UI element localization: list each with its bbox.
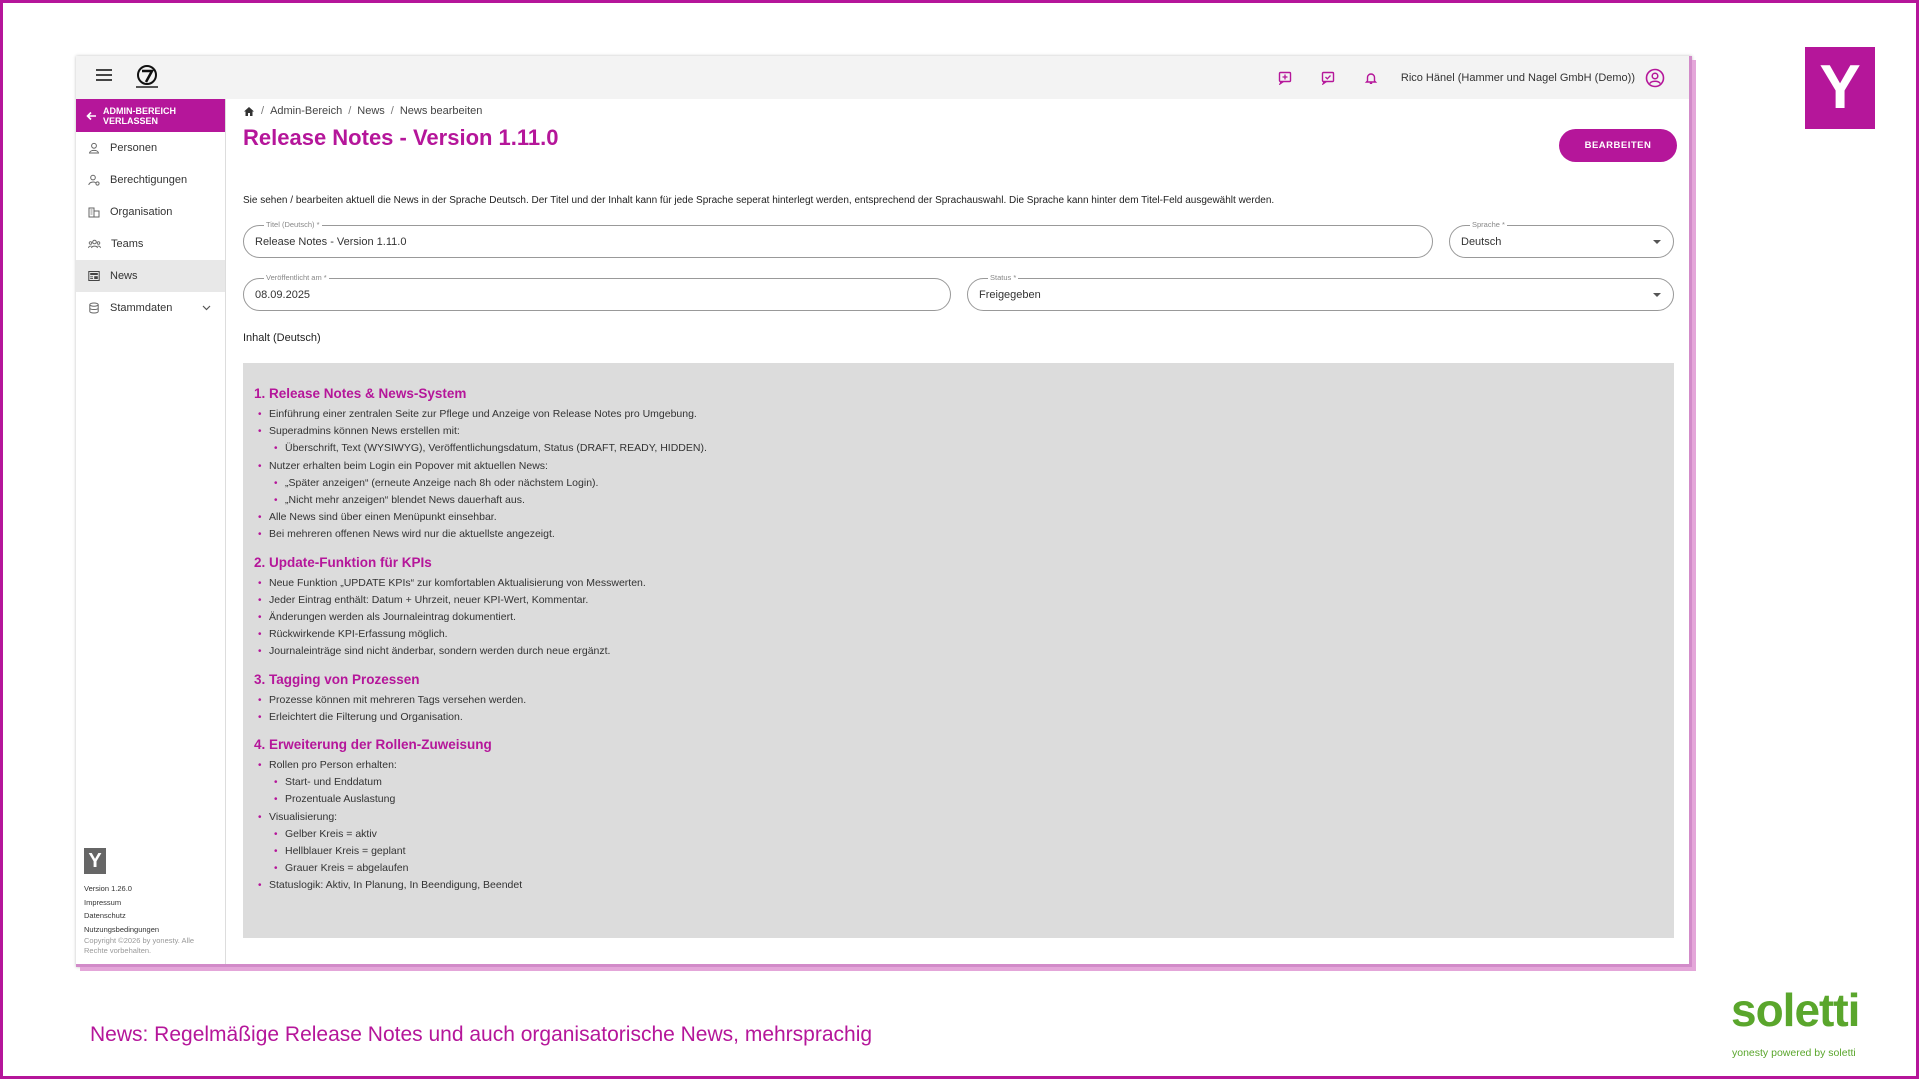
user-name[interactable]: Rico Hänel (Hammer und Nagel GmbH (Demo)… [1401, 72, 1635, 84]
caret-down-icon [1653, 293, 1661, 297]
list-item: Erleichtert die Filterung und Organisati… [258, 709, 1663, 726]
version-text: Version 1.26.0 [84, 884, 132, 893]
published-date-field[interactable]: Veröffentlicht am * 08.09.2025 [243, 273, 951, 311]
sidebar-item-label: Berechtigungen [110, 174, 188, 186]
yonesty-y-logo: Y [1805, 47, 1875, 129]
company-logo [136, 65, 158, 88]
list-item: Superadmins können News erstellen mit: [258, 423, 1663, 440]
status-select-value: Freigegeben [979, 289, 1041, 301]
list-item: Visualisierung: [258, 809, 1663, 826]
section-heading: 3. Tagging von Prozessen [254, 671, 420, 687]
hamburger-menu-icon[interactable] [96, 69, 112, 83]
permissions-icon [88, 174, 100, 186]
sidebar-item-stammdaten[interactable]: Stammdaten [76, 292, 225, 324]
list-item: Jeder Eintrag enthält: Datum + Uhrzeit, … [258, 592, 1663, 609]
news-icon [88, 271, 100, 281]
breadcrumb-news[interactable]: News [357, 105, 385, 117]
published-date-label: Veröffentlicht am * [264, 273, 329, 282]
sidebar-item-label: News [110, 270, 138, 282]
list-item: Überschrift, Text (WYSIWYG), Veröffentli… [274, 440, 1663, 457]
section-heading: 2. Update-Funktion für KPIs [254, 554, 432, 570]
soletti-logo: soletti [1731, 984, 1860, 1036]
exit-admin-label: ADMIN-BEREICH VERLASSEN [103, 105, 176, 126]
list-item: „Später anzeigen“ (erneute Anzeige nach … [274, 475, 1663, 492]
sidebar-footer: Y Version 1.26.0 Impressum Datenschutz N… [84, 848, 219, 956]
list-item: Journaleinträge sind nicht änderbar, son… [258, 643, 1663, 660]
content-label: Inhalt (Deutsch) [243, 332, 321, 344]
slide-frame: Rico Hänel (Hammer und Nagel GmbH (Demo)… [0, 0, 1919, 1079]
status-select-label: Status * [988, 273, 1019, 282]
arrow-left-icon [86, 111, 96, 120]
sidebar-item-personen[interactable]: Personen [76, 132, 225, 164]
nutzungsbedingungen-link[interactable]: Nutzungsbedingungen [84, 923, 219, 937]
list-item: Alle News sind über einen Menüpunkt eins… [258, 509, 1663, 526]
list-item: Grauer Kreis = abgelaufen [274, 860, 1663, 877]
list-item: „Nicht mehr anzeigen“ blendet News dauer… [274, 492, 1663, 509]
breadcrumb: / Admin-Bereich / News / News bearbeiten [243, 105, 482, 117]
database-icon [89, 302, 99, 314]
sidebar-item-news[interactable]: News [76, 260, 225, 292]
sidebar-item-organisation[interactable]: Organisation [76, 196, 225, 228]
list-item: Hellblauer Kreis = geplant [274, 843, 1663, 860]
edit-button[interactable]: BEARBEITEN [1559, 129, 1677, 162]
main-content: / Admin-Bereich / News / News bearbeiten… [226, 99, 1689, 964]
language-select[interactable]: Sprache * Deutsch [1449, 220, 1674, 258]
sidebar-item-label: Personen [110, 142, 158, 154]
list-item: Neue Funktion „UPDATE KPIs“ zur komforta… [258, 575, 1663, 592]
list-item: Bei mehreren offenen News wird nur die a… [258, 526, 1663, 543]
list-item: Start- und Enddatum [274, 774, 1663, 791]
app-window: Rico Hänel (Hammer und Nagel GmbH (Demo)… [76, 56, 1692, 967]
breadcrumb-current: News bearbeiten [399, 105, 483, 117]
copyright-text: Copyright ©2026 by yonesty. Alle Rechte … [84, 936, 195, 955]
chevron-down-icon[interactable] [202, 305, 211, 311]
soletti-tagline: yonesty powered by soletti [1732, 1047, 1856, 1059]
published-date-value: 08.09.2025 [255, 289, 311, 301]
list-item: Prozesse können mit mehreren Tags verseh… [258, 692, 1663, 709]
list-item: Statuslogik: Aktiv, In Planung, In Beend… [258, 877, 1663, 894]
person-icon [88, 142, 100, 154]
caret-down-icon [1653, 240, 1661, 244]
sidebar: ADMIN-BEREICH VERLASSEN Personen Berecht… [76, 99, 226, 964]
slide-caption: News: Regelmäßige Release Notes und auch… [90, 1023, 873, 1046]
section-heading: 1. Release Notes & News-System [254, 386, 467, 401]
sidebar-item-teams[interactable]: Teams [76, 228, 225, 260]
list-item: Einführung einer zentralen Seite zur Pfl… [258, 406, 1663, 423]
title-field[interactable]: Titel (Deutsch) * Release Notes - Versio… [243, 220, 1433, 258]
sidebar-item-label: Stammdaten [110, 302, 173, 314]
list-item: Rückwirkende KPI-Erfassung möglich. [258, 626, 1663, 643]
list-item: Gelber Kreis = aktiv [274, 826, 1663, 843]
home-icon[interactable] [243, 106, 255, 117]
organisation-icon [88, 207, 100, 218]
language-select-label: Sprache * [1470, 220, 1507, 229]
bell-icon[interactable] [1350, 56, 1393, 99]
content-editor[interactable]: 1. Release Notes & News-System Einführun… [243, 363, 1674, 938]
yonesty-logo: Y [84, 848, 106, 874]
feedback-icon[interactable] [1307, 56, 1350, 99]
title-field-value: Release Notes - Version 1.11.0 [255, 236, 407, 248]
list-item: Rollen pro Person erhalten: [258, 757, 1663, 774]
section-heading: 4. Erweiterung der Rollen-Zuweisung [254, 737, 492, 753]
page-title: Release Notes - Version 1.11.0 [243, 125, 559, 150]
impressum-link[interactable]: Impressum [84, 896, 219, 910]
sidebar-item-label: Teams [111, 238, 144, 250]
language-info-text: Sie sehen / bearbeiten aktuell die News … [243, 195, 1275, 206]
list-item: Änderungen werden als Journaleintrag dok… [258, 609, 1663, 626]
status-select[interactable]: Status * Freigegeben [967, 273, 1674, 311]
sidebar-item-berechtigungen[interactable]: Berechtigungen [76, 164, 225, 196]
list-item: Nutzer erhalten beim Login ein Popover m… [258, 458, 1663, 475]
feedback-add-icon[interactable] [1264, 56, 1307, 99]
sidebar-item-label: Organisation [110, 206, 173, 218]
title-field-label: Titel (Deutsch) * [264, 220, 322, 229]
account-circle-icon[interactable] [1643, 56, 1667, 99]
datenschutz-link[interactable]: Datenschutz [84, 909, 219, 923]
top-bar: Rico Hänel (Hammer und Nagel GmbH (Demo)… [76, 56, 1689, 99]
teams-icon [88, 239, 101, 249]
exit-admin-button[interactable]: ADMIN-BEREICH VERLASSEN [76, 99, 225, 132]
language-select-value: Deutsch [1461, 236, 1502, 248]
list-item: Prozentuale Auslastung [274, 791, 1663, 808]
breadcrumb-admin[interactable]: Admin-Bereich [270, 105, 342, 117]
